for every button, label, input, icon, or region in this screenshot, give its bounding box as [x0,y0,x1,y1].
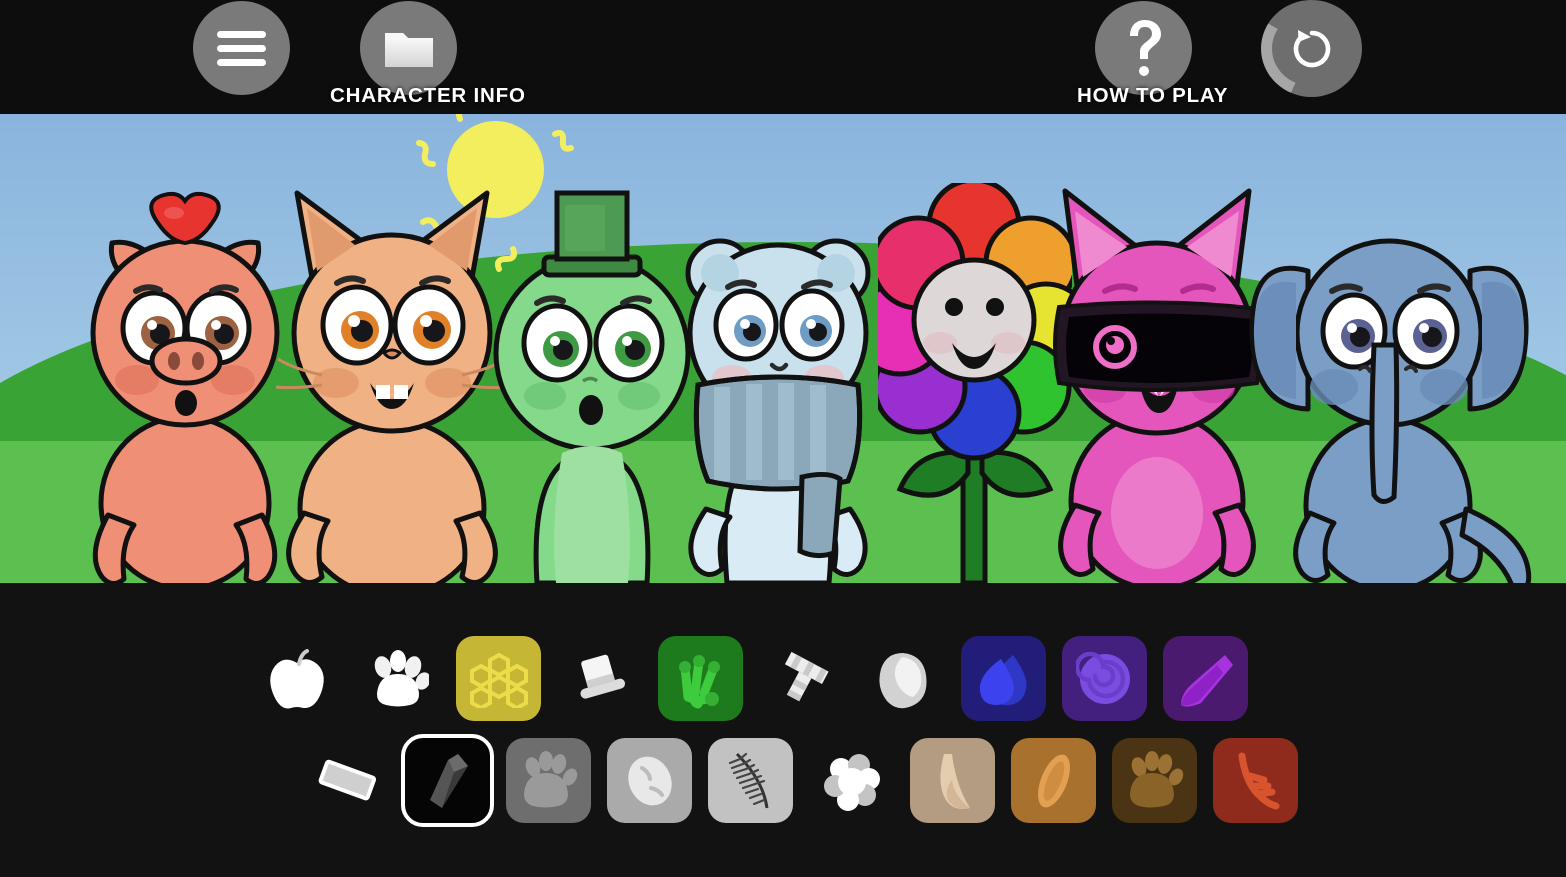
flame-icon [979,654,1026,705]
palette-tile-white-cloud[interactable] [809,738,894,823]
palette-tile-green-frogfoot[interactable] [658,636,743,721]
spiral-icon [1075,651,1130,704]
character-info-button[interactable] [360,1,457,95]
bear-paw-icon [523,750,577,807]
character-scene[interactable] [0,114,1566,583]
apple-icon [269,648,324,708]
frog-foot-icon [678,654,720,708]
palette-tile-white-paw[interactable] [355,636,440,721]
pebble-icon [878,652,926,708]
folder-icon [384,33,433,67]
reset-button-face [1272,11,1351,86]
palette-tile-gray-pebble[interactable] [860,636,945,721]
question-mark-icon [1129,20,1161,76]
palette-tile-black-crystal[interactable] [401,734,494,827]
scarf-icon [784,651,829,701]
top-bar: CHARACTER INFO HOW TO PLAY [0,0,1566,114]
palette-tile-white-bandage[interactable] [304,738,389,823]
hamburger-icon [217,30,266,66]
character-info-label: CHARACTER INFO [330,84,526,107]
palette-tile-gray-bearpaw[interactable] [506,738,591,823]
reset-button[interactable] [1261,0,1362,97]
palette-row-2 [304,734,1298,827]
palette-tile-darkbrown-paw[interactable] [1112,738,1197,823]
crystal-icon [429,753,468,808]
paw-print-icon [374,649,429,706]
character-frog[interactable] [487,153,697,583]
cloud-puff-icon [823,753,880,811]
character-polar-bear[interactable] [672,153,884,583]
brush-tail-icon [1180,654,1233,707]
honeycomb-icon [469,652,528,708]
seed-icon [1037,754,1070,807]
palette-row-1 [254,636,1248,721]
palette-tile-white-apple[interactable] [254,636,339,721]
palette-tile-gray-feather[interactable] [708,738,793,823]
palette-tile-white-scarf[interactable] [759,636,844,721]
bear-paw-icon [1129,750,1183,807]
palette-tile-purple-spiral[interactable] [1062,636,1147,721]
palette-tile-brown-seed[interactable] [1011,738,1096,823]
feather-icon [728,752,768,808]
palette-tile-gold-honeycomb[interactable] [456,636,541,721]
character-pink-cat[interactable] [1043,183,1271,583]
palette-tile-gray-egg[interactable] [607,738,692,823]
horn-icon [939,753,970,809]
palette-tile-tan-horn[interactable] [910,738,995,823]
antler-icon [1238,752,1279,809]
game-screen: CHARACTER INFO HOW TO PLAY [0,0,1566,877]
bandage-icon [318,759,376,800]
palette-tile-red-antler[interactable] [1213,738,1298,823]
item-palette [0,583,1566,877]
how-to-play-label: HOW TO PLAY [1077,84,1229,107]
refresh-icon [1293,29,1330,67]
character-elephant[interactable] [1248,183,1548,583]
egg-icon [627,756,672,805]
palette-tile-blue-flame[interactable] [961,636,1046,721]
palette-tile-white-tophat[interactable] [557,636,642,721]
how-to-play-button[interactable] [1095,1,1192,95]
palette-tile-purple-tail[interactable] [1163,636,1248,721]
menu-button[interactable] [193,1,290,95]
top-hat-icon [579,654,625,699]
